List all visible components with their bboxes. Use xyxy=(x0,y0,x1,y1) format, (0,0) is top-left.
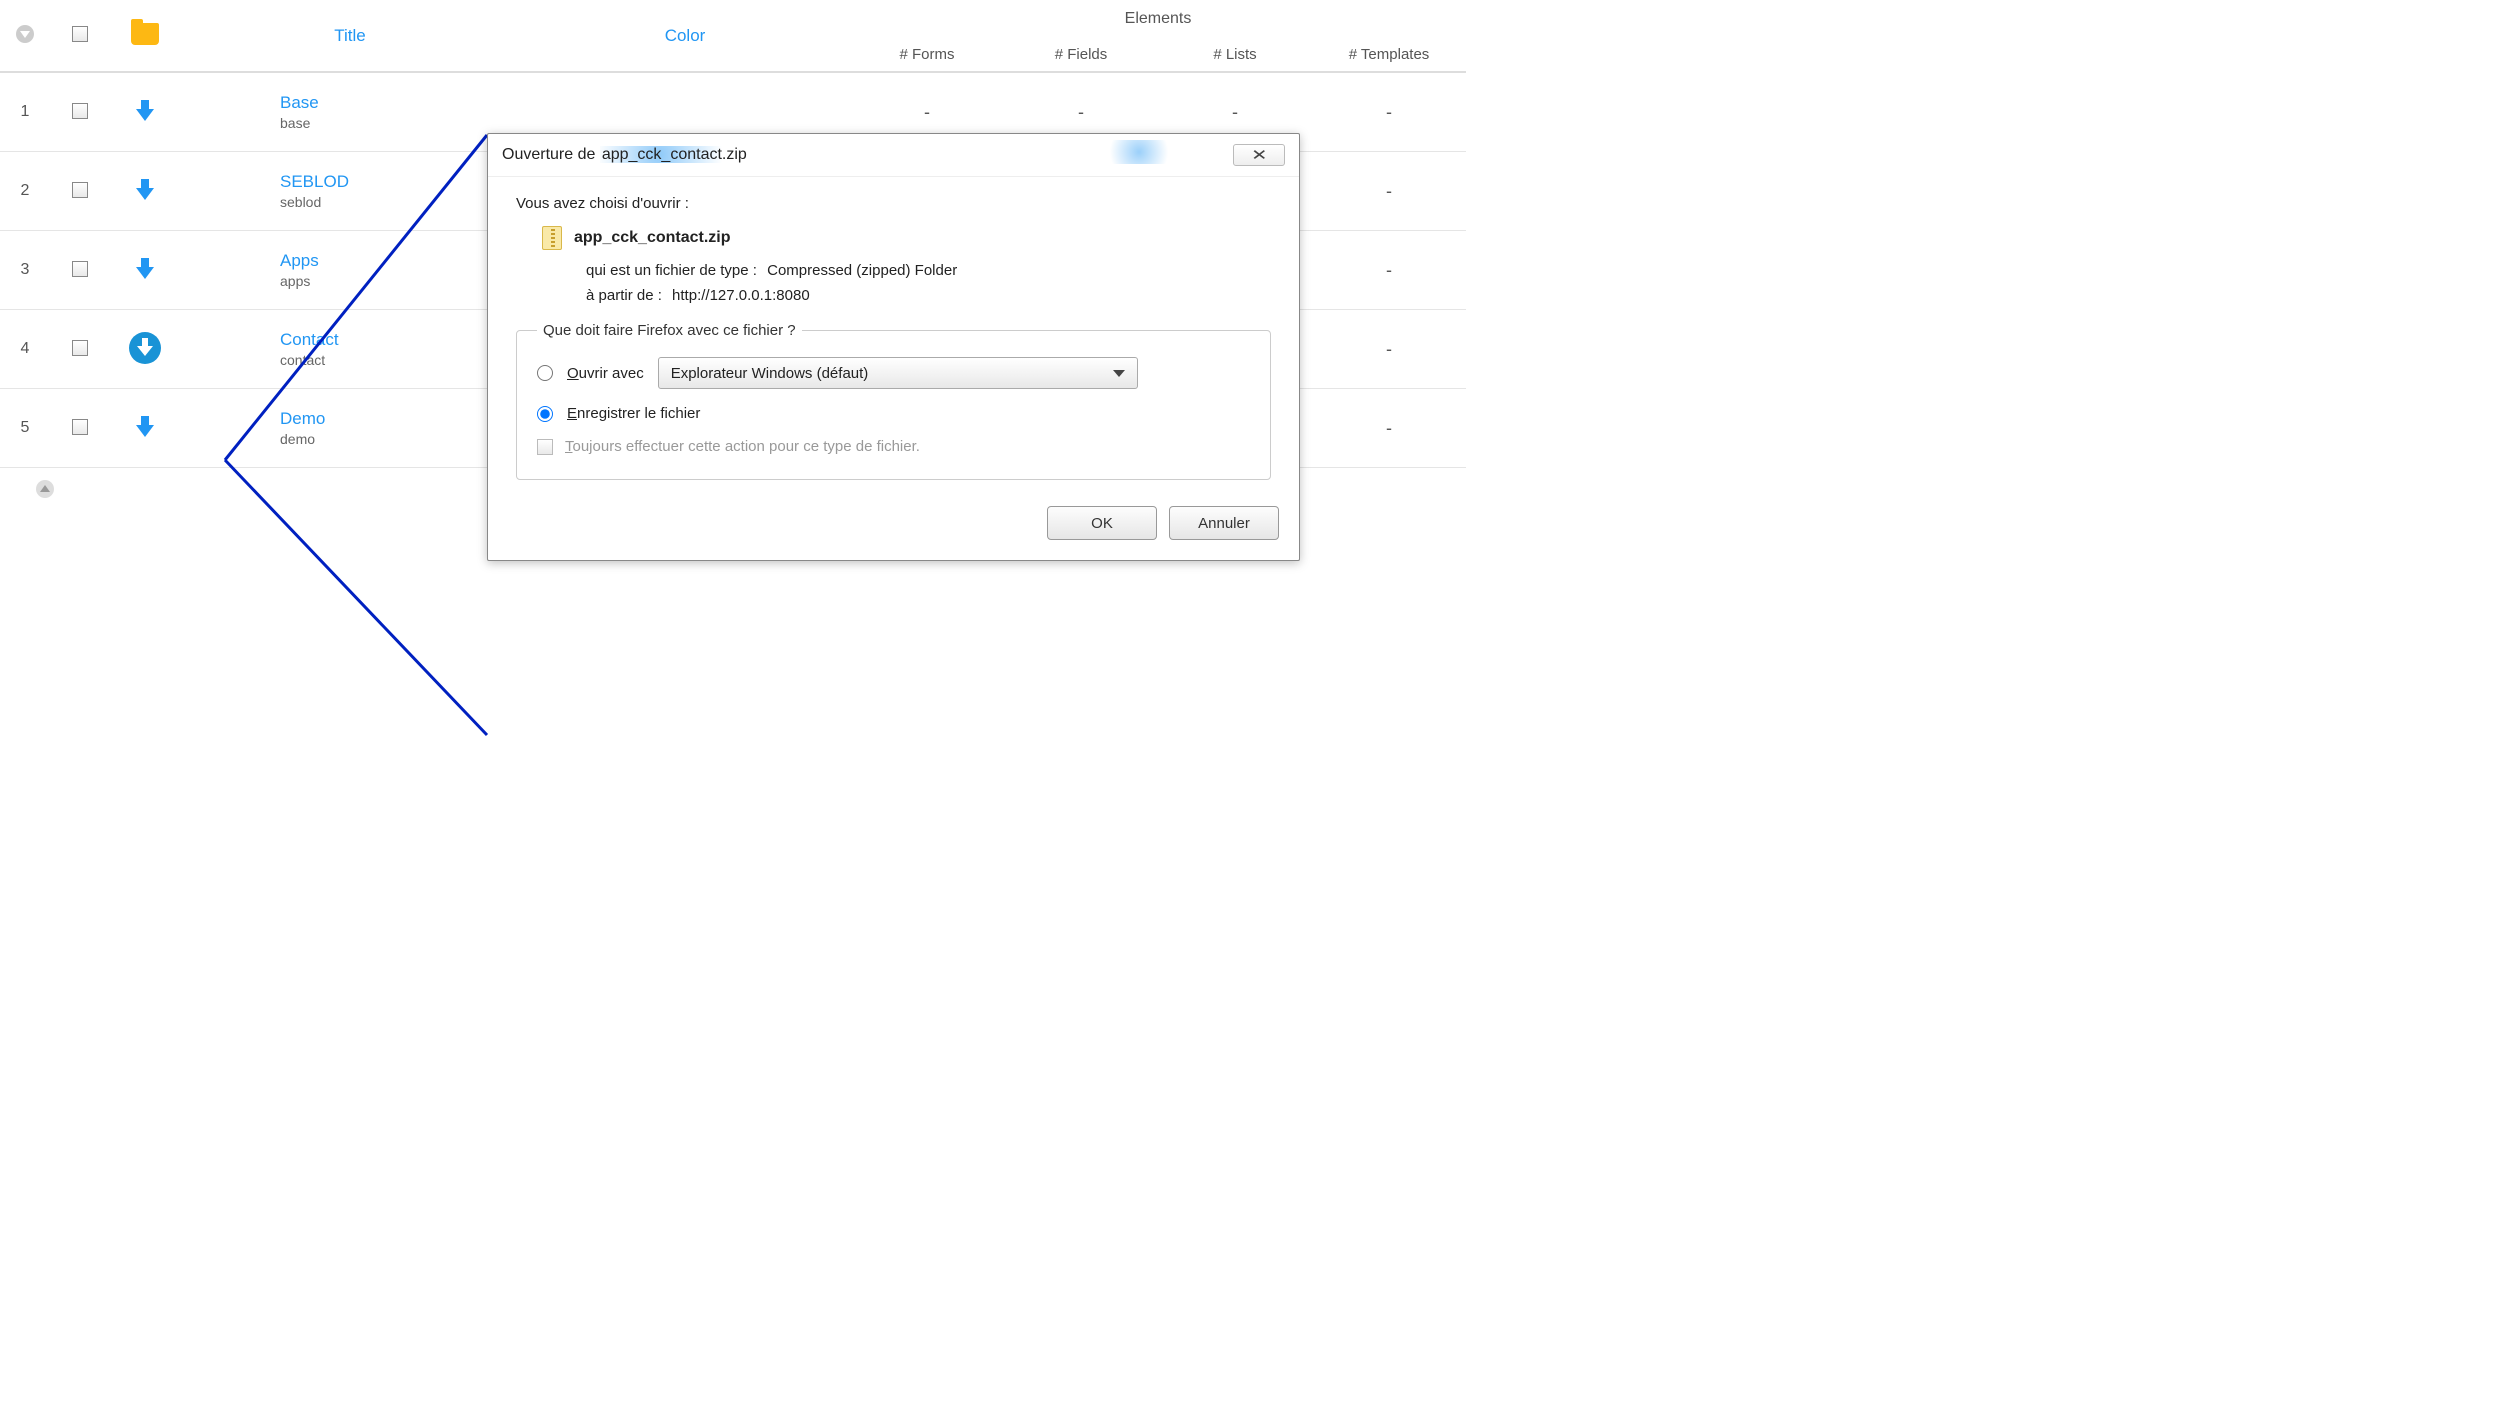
row-title-link[interactable]: Base xyxy=(280,93,512,113)
select-all-checkbox[interactable] xyxy=(72,26,88,42)
header-templates: # Templates xyxy=(1312,38,1466,72)
cancel-button[interactable]: Annuler xyxy=(1169,506,1279,540)
row-title-link[interactable]: SEBLOD xyxy=(280,172,512,192)
header-color[interactable]: Color xyxy=(520,0,850,72)
row-checkbox[interactable] xyxy=(72,261,88,277)
zip-icon xyxy=(542,226,562,250)
dialog-filename: app_cck_contact.zip xyxy=(574,229,731,247)
row-slug: base xyxy=(280,115,512,131)
dialog-from-line: à partir de : http://127.0.0.1:8080 xyxy=(586,287,1271,304)
row-checkbox[interactable] xyxy=(72,103,88,119)
open-with-select[interactable]: Explorateur Windows (défaut) xyxy=(658,357,1138,389)
download-icon[interactable] xyxy=(137,100,153,122)
row-templates: - xyxy=(1312,389,1466,468)
always-checkbox[interactable] xyxy=(537,439,553,455)
download-icon[interactable] xyxy=(137,416,153,438)
row-checkbox[interactable] xyxy=(72,182,88,198)
row-checkbox[interactable] xyxy=(72,419,88,435)
row-title-link[interactable]: Demo xyxy=(280,409,512,429)
row-number: 3 xyxy=(0,231,50,310)
row-slug: apps xyxy=(280,273,512,289)
chevron-down-icon xyxy=(1113,370,1125,377)
row-number: 2 xyxy=(0,152,50,231)
dialog-chosen-label: Vous avez choisi d'ouvrir : xyxy=(516,195,1271,212)
row-slug: demo xyxy=(280,431,512,447)
row-slug: seblod xyxy=(280,194,512,210)
dialog-title: Ouverture de app_cck_contact.zip xyxy=(502,146,749,164)
dialog-question: Que doit faire Firefox avec ce fichier ? xyxy=(537,322,802,339)
dialog-type-line: qui est un fichier de type : Compressed … xyxy=(586,262,1271,279)
header-lists: # Lists xyxy=(1158,38,1312,72)
header-title[interactable]: Title xyxy=(180,0,520,72)
header-fields: # Fields xyxy=(1004,38,1158,72)
header-forms: # Forms xyxy=(850,38,1004,72)
row-number: 5 xyxy=(0,389,50,468)
download-icon[interactable] xyxy=(137,258,153,280)
open-with-label[interactable]: Ouvrir avec xyxy=(567,365,644,382)
row-slug: contact xyxy=(280,352,512,368)
row-title-link[interactable]: Apps xyxy=(280,251,512,271)
title-highlight-blot xyxy=(1099,140,1179,164)
row-templates: - xyxy=(1312,231,1466,310)
row-templates: - xyxy=(1312,152,1466,231)
close-button[interactable]: ✕ xyxy=(1233,144,1285,166)
row-templates: - xyxy=(1312,72,1466,152)
header-elements: Elements xyxy=(850,0,1466,38)
download-icon[interactable] xyxy=(137,179,153,201)
sort-icon[interactable] xyxy=(16,25,34,43)
sort-up-icon[interactable] xyxy=(36,480,54,498)
row-number: 4 xyxy=(0,310,50,389)
save-file-label[interactable]: Enregistrer le fichier xyxy=(567,405,700,422)
download-dialog: Ouverture de app_cck_contact.zip ✕ Vous … xyxy=(487,133,1300,561)
ok-button[interactable]: OK xyxy=(1047,506,1157,540)
download-icon[interactable] xyxy=(129,332,161,364)
row-templates: - xyxy=(1312,310,1466,389)
row-checkbox[interactable] xyxy=(72,340,88,356)
save-file-radio[interactable] xyxy=(537,406,553,422)
row-title-link[interactable]: Contact xyxy=(280,330,512,350)
always-label: Toujours effectuer cette action pour ce … xyxy=(565,438,920,455)
open-with-radio[interactable] xyxy=(537,365,553,381)
row-number: 1 xyxy=(0,72,50,152)
folder-icon xyxy=(131,23,159,45)
